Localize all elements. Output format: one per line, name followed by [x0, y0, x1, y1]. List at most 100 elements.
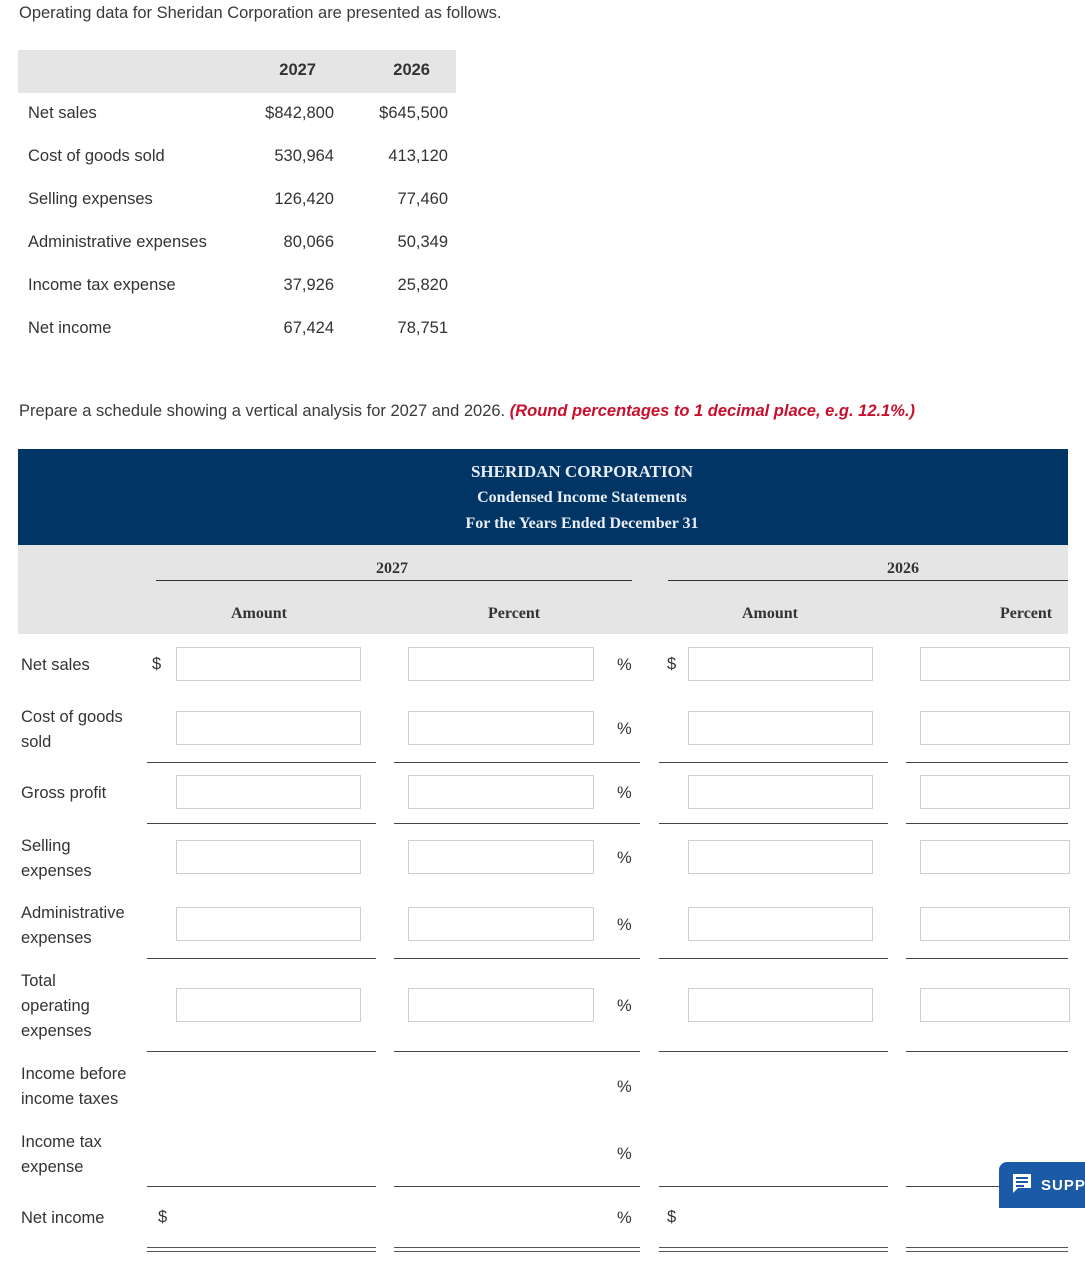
- year-2026-header: 2026: [887, 560, 919, 577]
- admin-percent-2027[interactable]: [408, 907, 594, 941]
- data-value-2026: 78,751: [397, 319, 448, 337]
- data-value-2027: 126,420: [274, 190, 334, 208]
- gross-profit-amount-2026[interactable]: [688, 775, 873, 809]
- separator: [659, 762, 888, 763]
- selling-amount-2027[interactable]: [176, 840, 361, 874]
- data-value-2026: 25,820: [397, 276, 448, 294]
- row-label-total-operating-expenses: Total operating expenses: [21, 972, 92, 1040]
- amount-header-2027: Amount: [231, 605, 288, 622]
- separator: [394, 1051, 640, 1052]
- selling-percent-2026[interactable]: [920, 840, 1070, 874]
- statement-period: For the Years Ended December 31: [465, 515, 699, 532]
- total-opex-amount-2027[interactable]: [176, 988, 361, 1022]
- separator: [147, 1186, 376, 1187]
- separator: [394, 1186, 640, 1187]
- separator: [906, 823, 1068, 824]
- separator: [394, 762, 640, 763]
- data-value-2027: 80,066: [283, 233, 334, 251]
- dollar-sign: $: [667, 1208, 677, 1226]
- company-name: SHERIDAN CORPORATION: [470, 462, 694, 481]
- percent-sign: %: [617, 656, 632, 674]
- row-label-selling-expenses: Selling expenses: [21, 837, 92, 880]
- data-row-label: Income tax expense: [28, 276, 176, 294]
- amount-header-2026: Amount: [742, 605, 799, 622]
- separator: [147, 762, 376, 763]
- year-2027-header: 2027: [376, 560, 408, 577]
- net-sales-amount-2027[interactable]: [176, 647, 361, 681]
- data-row-label: Net sales: [28, 104, 97, 122]
- row-label-gross-profit: Gross profit: [21, 784, 107, 802]
- data-value-2027: 37,926: [283, 276, 334, 294]
- admin-percent-2026[interactable]: [920, 907, 1070, 941]
- data-row-label: Cost of goods sold: [28, 147, 165, 165]
- support-label: SUPP: [1041, 1176, 1085, 1194]
- separator: [659, 1186, 888, 1187]
- net-sales-amount-2026[interactable]: [688, 647, 873, 681]
- data-value-2026: 50,349: [397, 233, 448, 251]
- support-button[interactable]: SUPP: [999, 1162, 1085, 1208]
- total-opex-percent-2026[interactable]: [920, 988, 1070, 1022]
- dollar-sign: $: [152, 655, 162, 673]
- percent-sign: %: [617, 1209, 632, 1227]
- net-sales-percent-2027[interactable]: [408, 647, 594, 681]
- percent-sign: %: [617, 997, 632, 1015]
- double-underline: [147, 1247, 376, 1252]
- instruction: Prepare a schedule showing a vertical an…: [19, 402, 915, 421]
- separator: [906, 958, 1068, 959]
- data-value-2026: 77,460: [397, 190, 448, 208]
- total-opex-percent-2027[interactable]: [408, 988, 594, 1022]
- separator: [659, 823, 888, 824]
- row-label-admin-expenses: Administrative expenses: [21, 904, 125, 947]
- row-label-net-income: Net income: [21, 1209, 105, 1227]
- separator: [147, 823, 376, 824]
- separator: [394, 958, 640, 959]
- cogs-percent-2027[interactable]: [408, 711, 594, 745]
- data-value-2026: 413,120: [388, 147, 448, 165]
- data-row-label: Net income: [28, 319, 112, 337]
- rounding-note: (Round percentages to 1 decimal place, e…: [509, 402, 916, 420]
- year-2026-underline: [668, 580, 1068, 581]
- gross-profit-amount-2027[interactable]: [176, 775, 361, 809]
- cogs-amount-2026[interactable]: [688, 711, 873, 745]
- gross-profit-percent-2027[interactable]: [408, 775, 594, 809]
- row-label-cogs: Cost of goods sold: [21, 708, 123, 751]
- percent-header-2027: Percent: [488, 605, 541, 622]
- year-2027-underline: [156, 580, 632, 581]
- double-underline: [394, 1247, 640, 1252]
- separator: [906, 762, 1068, 763]
- separator: [394, 823, 640, 824]
- percent-sign: %: [617, 1145, 632, 1163]
- percent-sign: %: [617, 849, 632, 867]
- cogs-percent-2026[interactable]: [920, 711, 1070, 745]
- selling-percent-2027[interactable]: [408, 840, 594, 874]
- cogs-amount-2027[interactable]: [176, 711, 361, 745]
- separator: [147, 958, 376, 959]
- instruction-text: Prepare a schedule showing a vertical an…: [19, 402, 506, 420]
- admin-amount-2027[interactable]: [176, 907, 361, 941]
- gross-profit-percent-2026[interactable]: [920, 775, 1070, 809]
- percent-sign: %: [617, 916, 632, 934]
- double-underline: [659, 1247, 888, 1252]
- selling-amount-2026[interactable]: [688, 840, 873, 874]
- data-value-2027: 67,424: [283, 319, 334, 337]
- intro-text: Operating data for Sheridan Corporation …: [19, 4, 502, 22]
- data-row-label: Administrative expenses: [28, 233, 207, 251]
- separator: [659, 958, 888, 959]
- statement-title: Condensed Income Statements: [477, 489, 687, 506]
- dollar-sign: $: [158, 1208, 168, 1226]
- admin-amount-2026[interactable]: [688, 907, 873, 941]
- data-value-2027: $842,800: [265, 104, 334, 122]
- percent-sign: %: [617, 720, 632, 738]
- statement-banner: SHERIDAN CORPORATION Condensed Income St…: [18, 449, 1068, 545]
- separator: [147, 1051, 376, 1052]
- row-label-income-tax-expense: Income tax expense: [21, 1133, 102, 1176]
- dollar-sign: $: [667, 655, 677, 673]
- total-opex-amount-2026[interactable]: [688, 988, 873, 1022]
- percent-sign: %: [617, 1078, 632, 1096]
- data-value-2027: 530,964: [274, 147, 334, 165]
- data-row-label: Selling expenses: [28, 190, 153, 208]
- row-label-net-sales: Net sales: [21, 656, 90, 674]
- separator: [659, 1051, 888, 1052]
- percent-header-2026: Percent: [1000, 605, 1053, 622]
- net-sales-percent-2026[interactable]: [920, 647, 1070, 681]
